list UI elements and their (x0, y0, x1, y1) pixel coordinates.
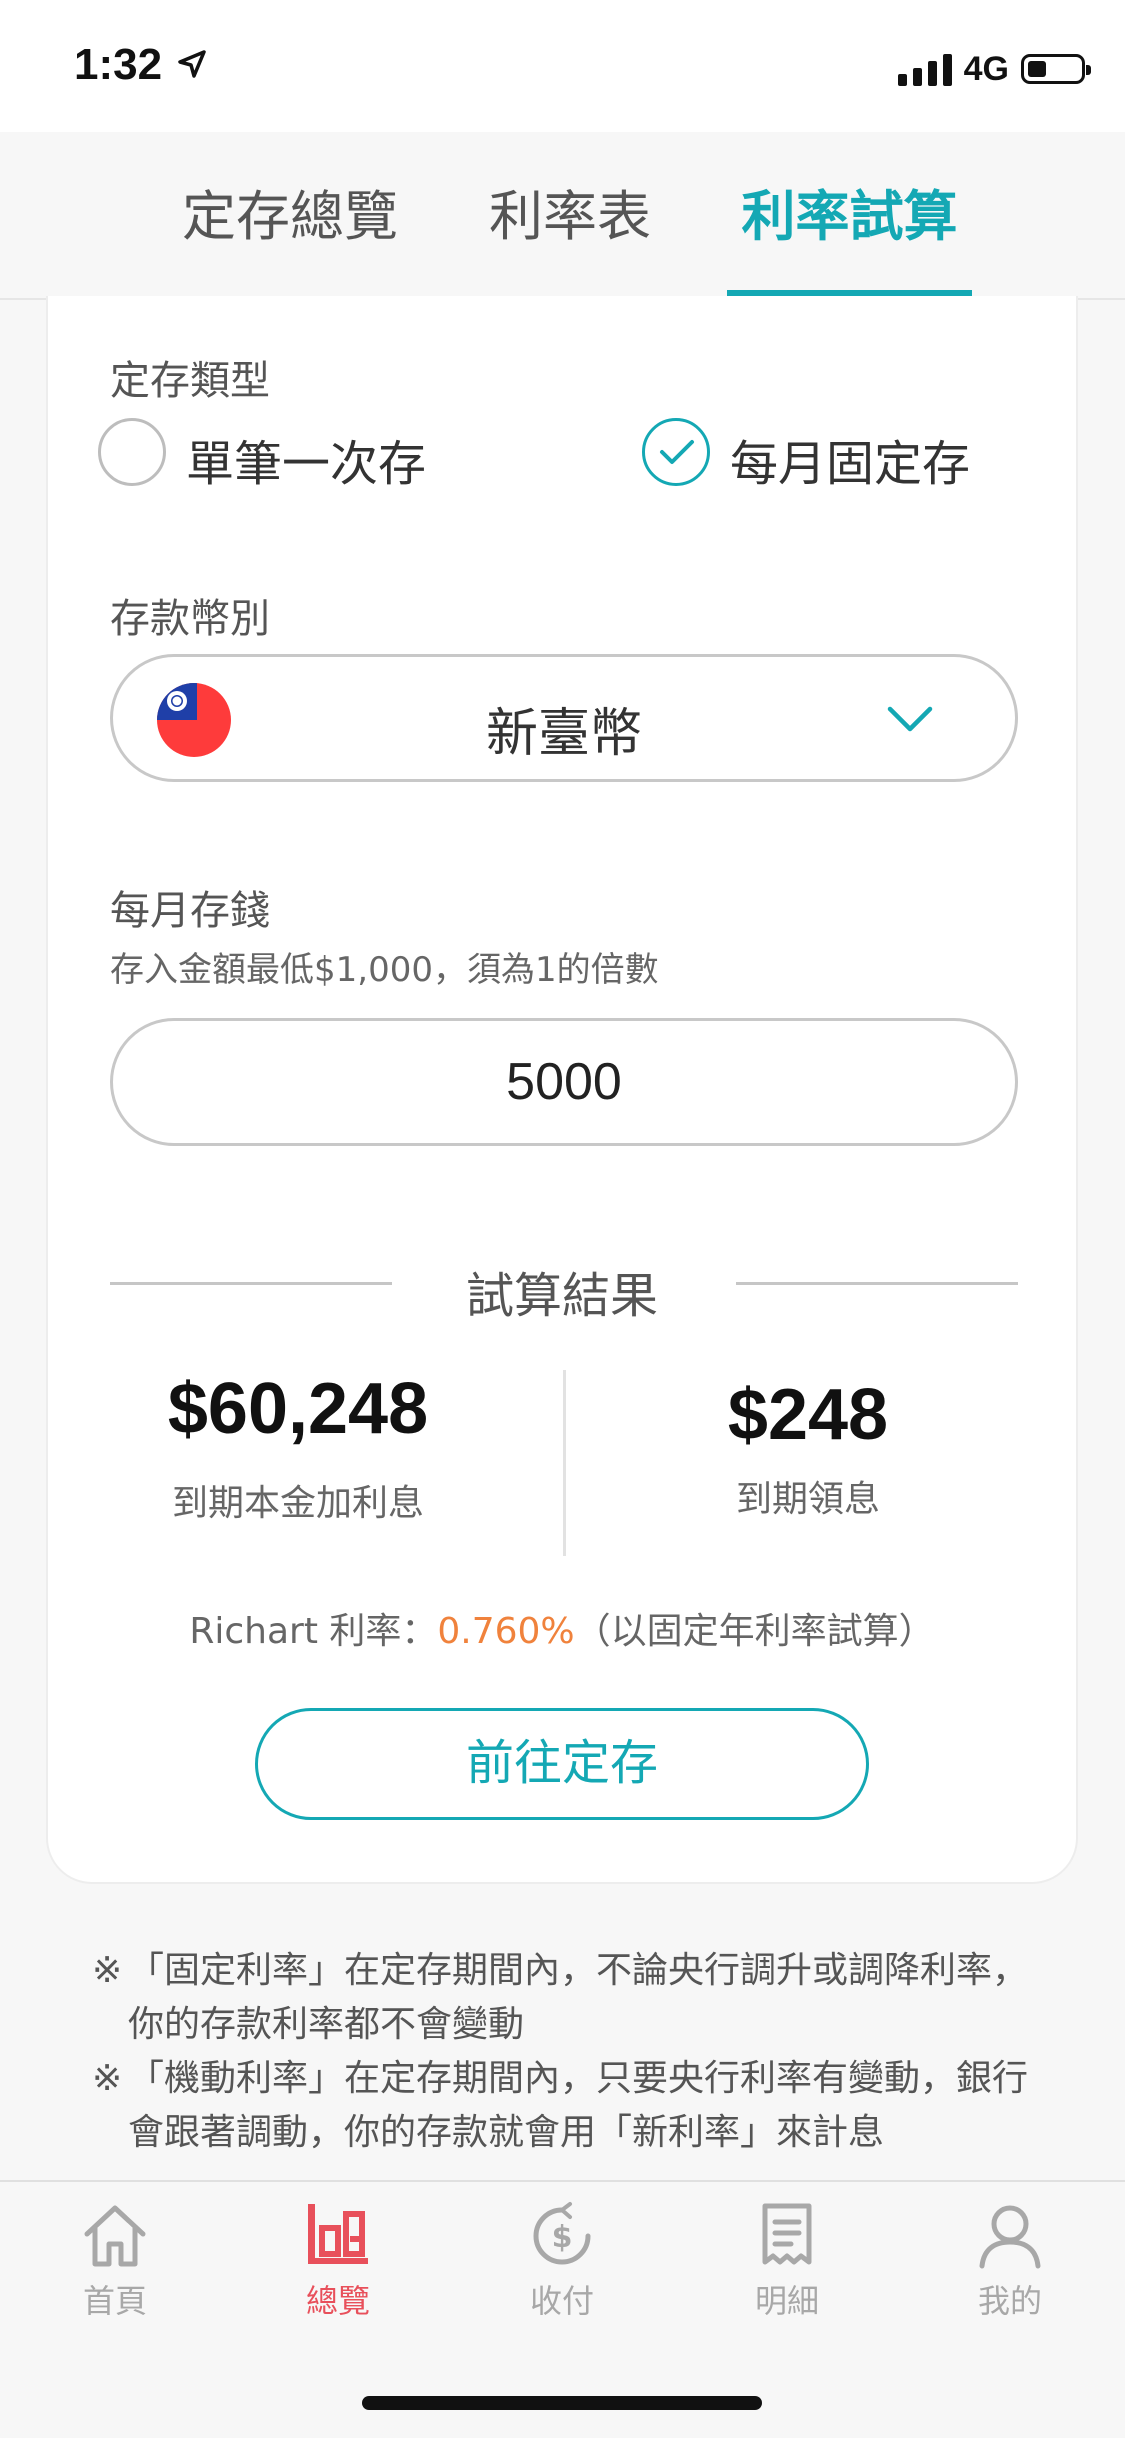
top-tabbar: 定存總覽 利率表 利率試算 (0, 132, 1125, 300)
tab-deposit-overview[interactable]: 定存總覽 (180, 172, 400, 251)
signal-icon (897, 52, 952, 86)
total-amount-label: 到期本金加利息 (171, 1483, 424, 1524)
tab-rate-calculator[interactable]: 利率試算 (737, 172, 962, 251)
currency-select[interactable]: 新臺幣 (110, 654, 1018, 782)
monthly-amount-label: 每月存錢 (110, 888, 270, 934)
dollar-coin-icon: $ (533, 2202, 591, 2265)
home-indicator (362, 2396, 762, 2410)
go-to-deposit-button[interactable]: 前往定存 (255, 1708, 869, 1820)
nav-details-label: 明細 (754, 2282, 819, 2320)
chevron-down-icon (887, 706, 933, 732)
note-item: ※ 「機動利率」在定存期間內，只要央行利率有變動，銀行會跟著調動，你的存款就會用… (92, 2052, 1052, 2160)
location-arrow-icon (178, 50, 206, 78)
nav-profile[interactable]: 我的 (935, 2200, 1085, 2322)
note-mark: ※ (92, 1950, 123, 1991)
battery-icon (1021, 54, 1091, 84)
rate-suffix: （以固定年利率試算） (574, 1611, 935, 1652)
status-time: 1:32 (74, 40, 163, 89)
note-mark: ※ (92, 2058, 123, 2099)
deposit-type-label: 定存類型 (110, 358, 270, 404)
nav-home-label: 首頁 (82, 2282, 147, 2320)
currency-value: 新臺幣 (485, 704, 642, 764)
rate-value: 0.760% (437, 1611, 575, 1652)
check-icon (660, 440, 694, 464)
rate-prefix: Richart 利率： (189, 1611, 438, 1652)
nav-profile-label: 我的 (977, 2282, 1042, 2320)
tab-rate-table[interactable]: 利率表 (480, 172, 660, 251)
result-divider (563, 1370, 566, 1556)
status-bar: 1:32 4G (0, 0, 1125, 132)
network-type: 4G (963, 49, 1009, 88)
total-amount: $60,248 (167, 1369, 429, 1449)
monthly-amount-hint: 存入金額最低$1,000，須為1的倍數 (110, 950, 659, 990)
nav-overview-label: 總覽 (305, 2282, 370, 2320)
profile-icon (979, 2205, 1041, 2269)
receipt-icon (762, 2203, 812, 2265)
interest-amount-label: 到期領息 (735, 1479, 880, 1520)
overview-chart-icon (308, 2204, 368, 2264)
notes: ※ 「固定利率」在定存期間內，不論央行調升或調降利率，你的存款利率都不會變動 ※… (92, 1944, 1052, 2160)
interest-amount: $248 (727, 1375, 889, 1455)
nav-overview[interactable]: 總覽 (263, 2200, 413, 2322)
rate-info: Richart 利率：0.760%（以固定年利率試算） (48, 1602, 1076, 1654)
monthly-amount-input[interactable]: 5000 (110, 1018, 1018, 1146)
result-title: 試算結果 (465, 1268, 658, 1324)
radio-monthly-deposit[interactable] (642, 418, 710, 486)
note-item: ※ 「固定利率」在定存期間內，不論央行調升或調降利率，你的存款利率都不會變動 (92, 1944, 1052, 2052)
nav-payments[interactable]: $ 收付 (487, 2200, 637, 2322)
svg-text:$: $ (552, 2220, 573, 2255)
nav-home[interactable]: 首頁 (40, 2200, 190, 2322)
option-monthly-deposit-label[interactable]: 每月固定存 (730, 424, 970, 494)
currency-label: 存款幣別 (110, 596, 270, 642)
calculator-card: 定存類型 單筆一次存 每月固定存 存款幣別 新臺幣 每月存錢 存入金額最低$1,… (46, 296, 1078, 1884)
home-icon (84, 2205, 146, 2267)
radio-single-deposit[interactable] (98, 418, 166, 486)
divider-right (736, 1282, 1018, 1285)
nav-payments-label: 收付 (529, 2282, 594, 2320)
note-text: 「固定利率」在定存期間內，不論央行調升或調降利率，你的存款利率都不會變動 (128, 1950, 1029, 2045)
option-single-deposit-label[interactable]: 單筆一次存 (186, 424, 426, 494)
note-text: 「機動利率」在定存期間內，只要央行利率有變動，銀行會跟著調動，你的存款就會用「新… (128, 2058, 1029, 2153)
nav-details[interactable]: 明細 (712, 2200, 862, 2322)
